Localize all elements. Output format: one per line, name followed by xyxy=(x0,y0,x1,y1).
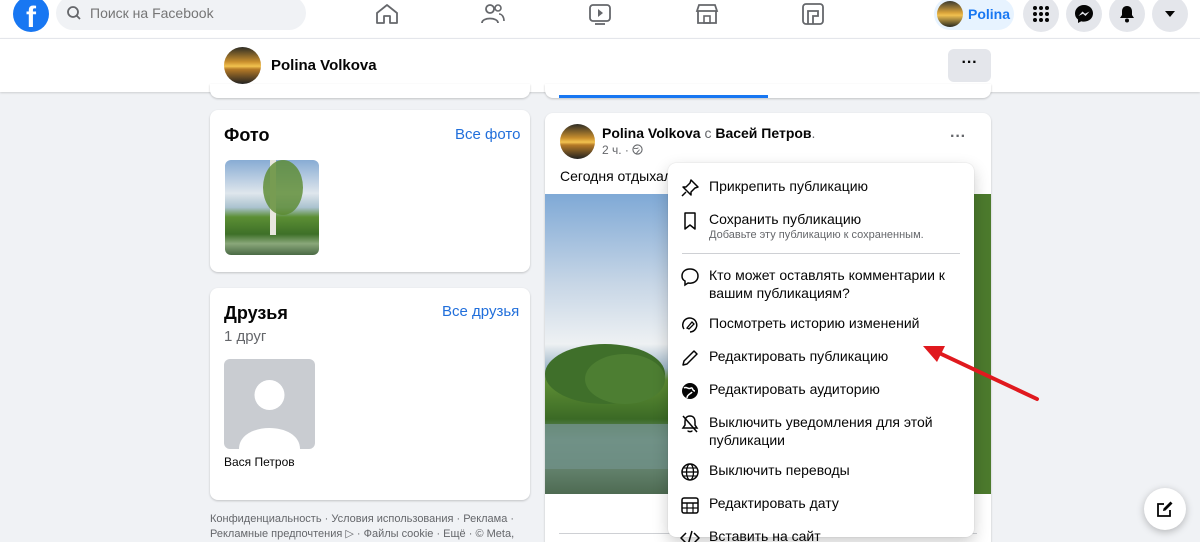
avatar xyxy=(937,1,963,27)
compose-icon xyxy=(1157,501,1173,517)
caret-down-icon xyxy=(1165,11,1175,17)
notifications-button[interactable] xyxy=(1109,0,1145,32)
menu-item-disable-translations[interactable]: Выключить переводы xyxy=(668,455,974,488)
composer-card-bottom xyxy=(545,84,991,98)
menu-item-edit-date[interactable]: Редактировать дату xyxy=(668,488,974,521)
home-icon[interactable] xyxy=(374,2,400,26)
profile-name[interactable]: Polina Volkova xyxy=(271,57,377,74)
menu-item-save[interactable]: Сохранить публикацию Добавьте эту публик… xyxy=(668,204,974,247)
friends-card: Друзья Все друзья 1 друг Вася Петров xyxy=(210,288,530,500)
grid-menu-icon xyxy=(1033,6,1049,22)
search-box[interactable] xyxy=(56,0,306,30)
profile-shortcut-name: Polina xyxy=(968,6,1011,22)
bookmark-icon xyxy=(684,212,696,230)
menu-button[interactable] xyxy=(1023,0,1059,32)
annotation-arrow xyxy=(923,346,1039,401)
marketplace-icon[interactable] xyxy=(694,2,720,26)
code-icon xyxy=(680,530,700,542)
profile-more-button[interactable]: ··· xyxy=(948,49,991,82)
menu-item-label: Редактировать публикацию xyxy=(709,348,889,364)
globe-icon xyxy=(682,383,698,399)
messenger-button[interactable] xyxy=(1066,0,1102,32)
menu-item-embed[interactable]: Вставить на сайт xyxy=(668,521,974,542)
menu-item-label: Выключить переводы xyxy=(709,462,850,478)
globe-icon xyxy=(632,144,643,155)
all-photos-link[interactable]: Все фото xyxy=(455,126,520,143)
photos-card: Фото Все фото xyxy=(210,110,530,272)
tagged-friend[interactable]: Васей Петров xyxy=(715,125,811,141)
menu-item-label: Кто может оставлять комментарии к вашим … xyxy=(709,267,945,301)
friend-name[interactable]: Вася Петров xyxy=(224,455,295,469)
active-tab-indicator xyxy=(559,95,768,98)
menu-item-label: Выключить уведомления для этой публикаци… xyxy=(709,414,933,448)
post-timestamp: 2 ч. · xyxy=(602,143,643,157)
friends-icon[interactable] xyxy=(480,2,506,26)
all-friends-link[interactable]: Все друзья xyxy=(442,303,519,320)
friends-count: 1 друг xyxy=(224,328,267,345)
post-author-line: Polina Volkova с Васей Петров. xyxy=(602,125,816,141)
menu-item-edit-history[interactable]: Посмотреть историю изменений xyxy=(668,308,974,341)
with-word: с xyxy=(704,125,712,141)
menu-item-label: Редактировать дату xyxy=(709,495,839,511)
new-message-button[interactable] xyxy=(1144,488,1186,530)
post-time[interactable]: 2 ч. · xyxy=(602,143,629,157)
post-author[interactable]: Polina Volkova xyxy=(602,125,701,141)
bell-icon xyxy=(1120,6,1134,23)
menu-item-label: Сохранить публикацию xyxy=(709,211,862,227)
more-icon: ··· xyxy=(961,54,978,71)
menu-item-comment-settings[interactable]: Кто может оставлять комментарии к вашим … xyxy=(668,260,974,308)
facebook-logo[interactable]: f xyxy=(13,0,49,32)
account-button[interactable] xyxy=(1152,0,1188,32)
footer-links[interactable]: Конфиденциальность · Условия использован… xyxy=(210,512,530,542)
watch-icon[interactable] xyxy=(587,2,613,26)
translate-globe-icon xyxy=(681,463,699,481)
messenger-icon xyxy=(1075,5,1093,23)
friend-photo[interactable] xyxy=(224,359,315,449)
top-navigation-bar: f Polina xyxy=(0,0,1200,38)
avatar[interactable] xyxy=(560,124,595,159)
history-icon xyxy=(682,317,698,333)
post-options-button[interactable]: ··· xyxy=(950,128,966,146)
photo-thumbnail[interactable] xyxy=(225,160,319,255)
friends-title: Друзья xyxy=(224,303,288,323)
pin-icon xyxy=(681,179,699,197)
menu-item-label: Посмотреть историю изменений xyxy=(709,315,920,331)
profile-shortcut[interactable]: Polina xyxy=(934,0,1014,30)
menu-item-mute-notifications[interactable]: Выключить уведомления для этой публикаци… xyxy=(668,407,974,455)
menu-separator xyxy=(682,253,960,254)
default-avatar-icon xyxy=(239,380,300,449)
menu-item-description: Добавьте эту публикацию к сохраненным. xyxy=(709,229,924,241)
menu-item-label: Редактировать аудиторию xyxy=(709,381,880,397)
logo-letter: f xyxy=(26,1,36,32)
menu-item-label: Прикрепить публикацию xyxy=(709,178,869,194)
search-icon xyxy=(67,6,81,20)
intro-card-bottom xyxy=(210,84,530,98)
menu-item-pin[interactable]: Прикрепить публикацию xyxy=(668,171,974,204)
bell-off-icon xyxy=(681,415,699,433)
calendar-icon xyxy=(681,497,699,514)
comment-icon xyxy=(681,268,699,287)
photos-title: Фото xyxy=(224,125,270,145)
pencil-icon xyxy=(682,350,698,366)
avatar[interactable] xyxy=(224,47,261,84)
menu-item-label: Вставить на сайт xyxy=(709,528,821,542)
groups-icon[interactable] xyxy=(800,2,826,26)
post-text: Сегодня отдыхала xyxy=(560,168,680,184)
search-input[interactable] xyxy=(90,5,290,21)
